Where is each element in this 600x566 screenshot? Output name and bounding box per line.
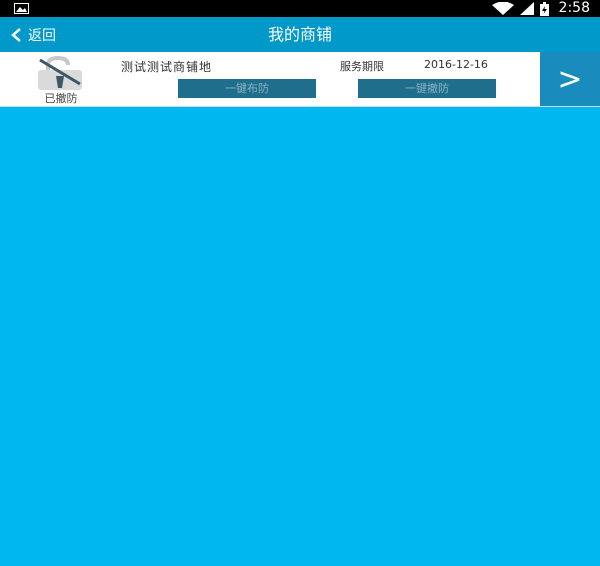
unlocked-padlock-icon [38,56,82,90]
shop-list-item[interactable]: 已撤防 测试测试商铺地 服务期限 2016-12-16 一键布防 一键撤防 > [0,52,600,107]
service-period-date: 2016-12-16 [424,58,488,71]
clock: 2:58 [558,0,590,16]
disarm-button[interactable]: 一键撤防 [358,79,496,98]
image-icon [14,3,29,14]
signal-icon [519,2,534,15]
status-bar: 2:58 [0,0,600,17]
service-period-label: 服务期限 [340,60,384,73]
wifi-icon [491,2,514,15]
battery-charging-icon [539,1,549,16]
shop-detail-arrow-button[interactable]: > [540,52,600,106]
navigation-bar: 返回 我的商铺 [0,17,600,52]
shop-name: 测试测试商铺地 [121,60,213,74]
page-title: 我的商铺 [267,25,332,44]
lock-status: 已撤防 [44,92,78,105]
arm-button[interactable]: 一键布防 [178,79,316,98]
back-button[interactable]: 返回 [10,17,56,52]
chevron-left-icon [11,27,21,42]
back-label: 返回 [28,27,56,44]
status-icons: 2:58 [491,0,590,17]
